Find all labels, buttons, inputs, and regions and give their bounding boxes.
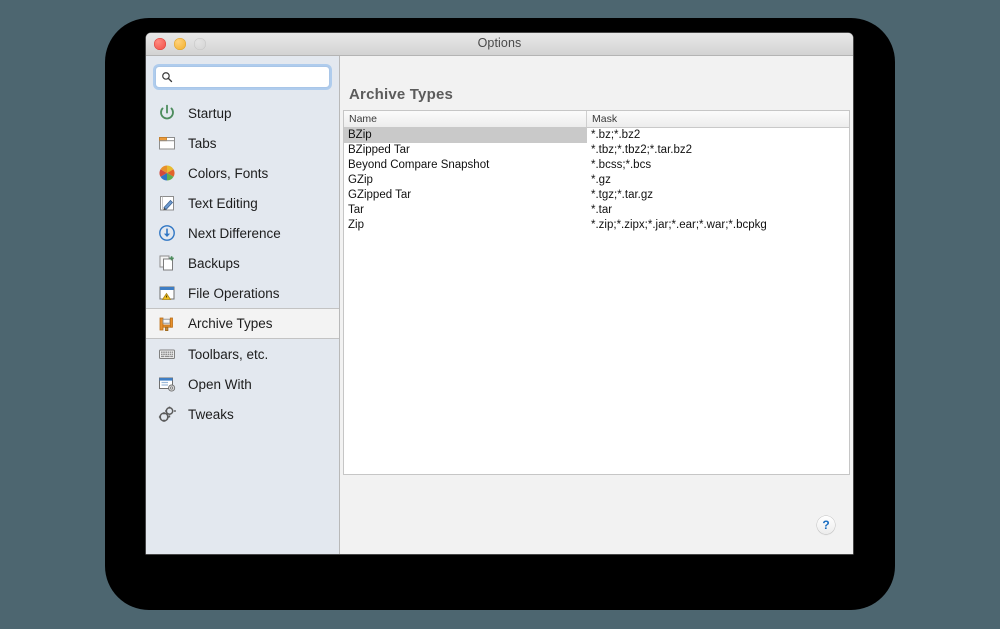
sidebar-nav-list: Startup Tabs Colors, Fonts Text Editing …: [146, 98, 339, 429]
sidebar-item-text-editing[interactable]: Text Editing: [146, 188, 339, 218]
table-row[interactable]: Zip *.zip;*.zipx;*.jar;*.ear;*.war;*.bcp…: [344, 218, 849, 233]
sidebar-item-tabs[interactable]: Tabs: [146, 128, 339, 158]
sidebar-item-label: File Operations: [188, 285, 280, 301]
search-input[interactable]: [173, 71, 327, 83]
archive-types-table[interactable]: Name Mask BZip *.bz;*.bz2 BZipped Tar *.…: [343, 110, 850, 475]
sidebar-item-backups[interactable]: Backups: [146, 248, 339, 278]
sidebar: Startup Tabs Colors, Fonts Text Editing …: [146, 56, 340, 554]
arrow-down-circle-icon: [159, 225, 175, 241]
search-field[interactable]: [155, 66, 330, 88]
window-gear-icon: [159, 377, 176, 392]
notepad-pencil-icon: [160, 196, 174, 211]
table-row[interactable]: GZip *.gz: [344, 173, 849, 188]
cell-mask: *.tgz;*.tar.gz: [591, 189, 654, 201]
sidebar-item-toolbars[interactable]: Toolbars, etc.: [146, 339, 339, 369]
search-icon: [162, 72, 173, 83]
cell-name: BZip: [344, 128, 587, 143]
cell-mask: *.bz;*.bz2: [591, 129, 641, 141]
sidebar-item-label: Archive Types: [188, 316, 273, 331]
cell-name: GZip: [348, 174, 373, 186]
cell-name: GZipped Tar: [348, 189, 412, 201]
sidebar-item-label: Open With: [188, 376, 252, 392]
tabs-icon: [159, 137, 175, 150]
cell-mask: *.tar: [591, 204, 613, 216]
table-row[interactable]: BZipped Tar *.tbz;*.tbz2;*.tar.bz2: [344, 143, 849, 158]
search-container: [146, 56, 339, 96]
sidebar-item-label: Startup: [188, 105, 232, 121]
cell-name: BZipped Tar: [348, 144, 410, 156]
clamp-icon: [159, 317, 173, 331]
sidebar-item-label: Next Difference: [188, 225, 281, 241]
help-button[interactable]: ?: [817, 516, 835, 534]
cell-mask: *.bcss;*.bcs: [591, 159, 652, 171]
sidebar-item-label: Backups: [188, 255, 240, 271]
sidebar-item-label: Colors, Fonts: [188, 165, 269, 181]
page-title: Archive Types: [349, 86, 454, 103]
sidebar-item-tweaks[interactable]: Tweaks: [146, 399, 339, 429]
cell-name: Beyond Compare Snapshot: [348, 159, 490, 171]
table-row[interactable]: GZipped Tar *.tgz;*.tar.gz: [344, 188, 849, 203]
table-row[interactable]: BZip *.bz;*.bz2: [344, 128, 849, 143]
power-icon: [160, 104, 174, 120]
table-row[interactable]: Tar *.tar: [344, 203, 849, 218]
column-header-name[interactable]: Name: [344, 111, 587, 127]
sidebar-item-next-difference[interactable]: Next Difference: [146, 218, 339, 248]
window-titlebar[interactable]: Options: [146, 33, 853, 56]
options-window: Options Startup Tabs Colors, Fonts Text …: [146, 33, 853, 554]
cell-name: Zip: [348, 219, 364, 231]
keyboard-icon: [159, 349, 175, 359]
sidebar-item-label: Toolbars, etc.: [188, 346, 269, 362]
copy-plus-icon: [159, 255, 174, 271]
cell-mask: *.tbz;*.tbz2;*.tar.bz2: [591, 144, 693, 156]
sidebar-item-colors-fonts[interactable]: Colors, Fonts: [146, 158, 339, 188]
gears-icon: [158, 406, 176, 422]
window-warning-icon: [159, 286, 175, 300]
sidebar-item-file-operations[interactable]: File Operations: [146, 278, 339, 308]
table-header-row: Name Mask: [344, 111, 849, 128]
cell-mask: *.gz: [591, 174, 611, 186]
sidebar-item-label: Tabs: [188, 135, 217, 151]
sidebar-item-open-with[interactable]: Open With: [146, 369, 339, 399]
content-pane: Archive Types Name Mask BZip *.bz;*.bz2 …: [340, 56, 853, 554]
color-wheel-icon: [159, 165, 175, 181]
window-title: Options: [477, 36, 522, 50]
cell-name: Tar: [348, 204, 364, 216]
sidebar-item-startup[interactable]: Startup: [146, 98, 339, 128]
sidebar-item-label: Text Editing: [188, 195, 258, 211]
sidebar-item-archive-types[interactable]: Archive Types: [146, 308, 339, 339]
sidebar-item-label: Tweaks: [188, 406, 234, 422]
column-header-mask[interactable]: Mask: [587, 111, 849, 127]
table-row[interactable]: Beyond Compare Snapshot *.bcss;*.bcs: [344, 158, 849, 173]
cell-mask: *.zip;*.zipx;*.jar;*.ear;*.war;*.bcpkg: [591, 219, 767, 231]
